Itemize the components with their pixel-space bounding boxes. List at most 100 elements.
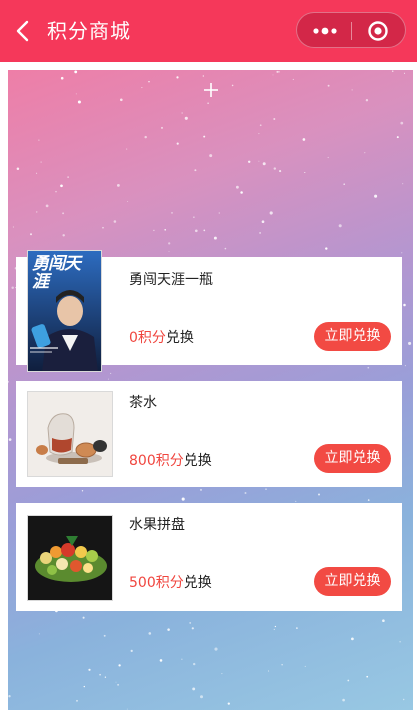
star-dot: [366, 675, 369, 678]
star-dot: [278, 71, 280, 73]
star-dot: [273, 628, 275, 631]
star-dot: [351, 637, 354, 641]
star-dot: [127, 201, 129, 202]
plus-icon[interactable]: [203, 82, 219, 98]
star-dot: [104, 676, 107, 678]
star-dot: [365, 99, 369, 102]
star-dot: [181, 497, 185, 501]
star-dot: [202, 75, 204, 77]
star-dot: [268, 670, 270, 672]
star-dot: [273, 167, 277, 170]
star-dot: [403, 303, 406, 307]
points-value: 0积分: [129, 330, 166, 346]
star-dot: [102, 226, 104, 229]
star-dot: [318, 493, 320, 496]
star-dot: [382, 619, 385, 622]
star-dot: [193, 216, 195, 218]
star-dot: [235, 185, 239, 189]
star-dot: [103, 634, 106, 637]
redeem-button[interactable]: 立即兑换: [314, 322, 391, 351]
star-dot: [113, 220, 117, 223]
star-dot: [116, 183, 120, 187]
points-suffix: 兑换: [183, 575, 212, 591]
star-dot: [55, 190, 57, 193]
star-dot: [16, 167, 20, 171]
star-dot: [36, 211, 38, 213]
star-dot: [351, 89, 353, 91]
star-dot: [302, 138, 306, 141]
star-dot: [224, 247, 227, 250]
star-dot: [75, 93, 77, 95]
star-dot: [8, 695, 11, 698]
points-suffix: 兑换: [183, 453, 212, 469]
mini-program-capsule: [296, 12, 406, 48]
star-dot: [296, 627, 298, 629]
product-price: 800积分兑换: [129, 451, 212, 471]
star-dot: [258, 160, 260, 162]
redeem-button[interactable]: 立即兑换: [314, 567, 391, 596]
nav-bar: 积分商城: [0, 0, 417, 62]
star-dot: [176, 142, 179, 145]
star-dot: [8, 380, 10, 383]
star-dot: [8, 438, 12, 441]
product-card[interactable]: 茶水 800积分兑换 立即兑换: [16, 381, 402, 487]
star-dot: [227, 702, 230, 705]
star-dot: [12, 226, 14, 228]
star-dot: [82, 616, 85, 619]
star-dot: [148, 632, 152, 635]
star-dot: [364, 152, 366, 154]
star-dot: [327, 84, 330, 87]
star-dot: [126, 148, 128, 150]
star-dot: [261, 220, 265, 224]
product-card[interactable]: 水果拼盘 500积分兑换 立即兑换: [16, 503, 402, 611]
points-mall-page: 积分商城 勇闯天涯 勇闯天涯一瓶 0积分兑换 立即兑换 茶水 800积分兑换 立…: [0, 0, 417, 717]
star-dot: [247, 160, 251, 164]
star-dot: [259, 124, 262, 127]
star-dot: [231, 84, 234, 87]
star-dot: [181, 112, 183, 114]
star-dot: [262, 162, 266, 166]
star-dot: [281, 664, 283, 666]
fruit-platter-image: [27, 515, 113, 601]
star-dot: [168, 242, 171, 245]
star-dot: [81, 490, 84, 492]
redeem-button[interactable]: 立即兑换: [314, 444, 391, 473]
star-dot: [199, 488, 203, 491]
target-circle-icon[interactable]: [367, 20, 389, 42]
star-dot: [391, 70, 394, 72]
points-suffix: 兑换: [165, 330, 194, 346]
star-dot: [117, 683, 120, 686]
star-dot: [193, 662, 196, 666]
star-dot: [40, 161, 42, 163]
star-dot: [401, 252, 403, 254]
star-dot: [194, 229, 198, 233]
star-dot: [203, 229, 206, 232]
star-dot: [218, 212, 220, 214]
tea-set-image: [27, 391, 113, 477]
star-dot: [144, 135, 147, 139]
star-dot: [399, 641, 401, 643]
star-dot: [38, 139, 40, 141]
star-dot: [192, 687, 196, 691]
poster-title-text: 勇闯天涯: [32, 254, 81, 292]
product-card[interactable]: 勇闯天涯 勇闯天涯一瓶 0积分兑换 立即兑换: [16, 250, 402, 372]
more-dots-icon[interactable]: [311, 24, 339, 38]
star-dot: [279, 170, 282, 173]
star-dot: [258, 133, 260, 135]
capsule-divider: [351, 22, 352, 40]
star-dot: [400, 121, 404, 125]
star-dot: [325, 247, 328, 250]
star-dot: [367, 499, 370, 501]
beer-poster-image: 勇闯天涯: [27, 250, 102, 372]
star-dot: [119, 98, 123, 102]
star-dot: [38, 633, 40, 635]
star-dot: [74, 70, 78, 74]
star-dot: [168, 251, 170, 253]
star-dot: [141, 87, 143, 89]
chevron-left-icon[interactable]: [12, 19, 34, 43]
star-dot: [184, 116, 188, 120]
star-dot: [273, 118, 276, 120]
points-value: 500积分: [129, 575, 184, 591]
star-dot: [343, 183, 346, 186]
star-dot: [338, 224, 342, 228]
